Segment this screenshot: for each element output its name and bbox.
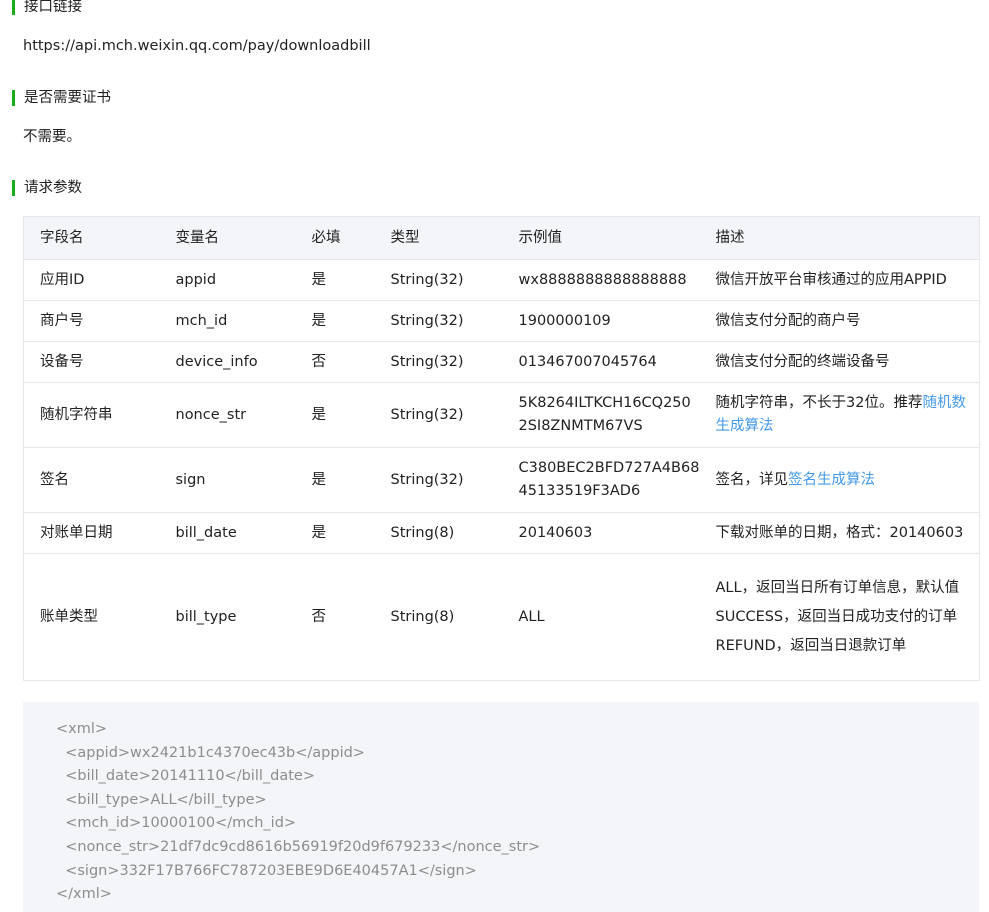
table-row: 设备号 device_info 否 String(32) 01346700704… xyxy=(23,341,980,383)
description-text: 微信开放平台审核通过的应用APPID xyxy=(715,271,947,288)
cell-field: 签名 xyxy=(23,447,160,513)
table-header-row: 字段名 变量名 必填 类型 示例值 描述 xyxy=(23,216,980,260)
cell-required: 是 xyxy=(295,259,375,301)
cell-var: bill_type xyxy=(159,553,296,681)
cell-example: 1900000109 xyxy=(502,300,700,342)
table-row: 账单类型 bill_type 否 String(8) ALL ALL，返回当日所… xyxy=(23,553,980,681)
description-text: 随机字符串，不长于32位。推荐 xyxy=(715,395,923,411)
table-row: 随机字符串 nonce_str 是 String(32) 5K8264ILTKC… xyxy=(23,382,980,448)
cell-var: appid xyxy=(159,259,296,301)
table-row: 应用ID appid 是 String(32) wx88888888888888… xyxy=(23,259,980,301)
cell-var: bill_date xyxy=(159,512,296,554)
section-title-request-params: 请求参数 xyxy=(12,180,82,196)
certificate-requirement-text: 不需要。 xyxy=(23,129,81,145)
cell-type: String(32) xyxy=(374,259,503,301)
cell-example: wx8888888888888888 xyxy=(502,259,700,301)
code-line: <xml> xyxy=(56,721,108,737)
header-description: 描述 xyxy=(699,216,980,260)
bill-type-all-description: ALL，返回当日所有订单信息，默认值 xyxy=(715,579,960,596)
cell-required: 是 xyxy=(295,300,375,342)
header-required: 必填 xyxy=(295,216,375,260)
code-line: <nonce_str>21df7dc9cd8616b56919f20d9f679… xyxy=(56,838,541,855)
header-field-name: 字段名 xyxy=(23,216,160,260)
section-title-api-url: 接口链接 xyxy=(12,0,82,15)
bill-type-success-description: SUCCESS，返回当日成功支付的订单 xyxy=(715,608,958,625)
xml-example-code-block: <xml> <appid>wx2421b1c4370ec43b</appid> … xyxy=(23,702,979,912)
cell-var: nonce_str xyxy=(159,382,296,448)
cell-example: C380BEC2BFD727A4B6845133519F3AD6 xyxy=(502,447,700,513)
table-row: 对账单日期 bill_date 是 String(8) 20140603 下载对… xyxy=(23,512,980,554)
cell-required: 否 xyxy=(295,341,375,383)
request-params-table: 字段名 变量名 必填 类型 示例值 描述 应用ID appid 是 String… xyxy=(23,216,980,681)
signature-algorithm-link[interactable]: 签名生成算法 xyxy=(788,472,875,488)
cell-example: 013467007045764 xyxy=(502,341,700,383)
code-line: </xml> xyxy=(56,886,112,903)
cell-field: 对账单日期 xyxy=(23,512,160,554)
header-type: 类型 xyxy=(374,216,503,260)
description-text: 微信支付分配的终端设备号 xyxy=(715,353,890,370)
code-line: <appid>wx2421b1c4370ec43b</appid> xyxy=(56,744,365,761)
cell-description: 微信支付分配的终端设备号 xyxy=(699,341,980,383)
cell-description: 下载对账单的日期，格式：20140603 xyxy=(699,512,980,554)
cell-description: 微信支付分配的商户号 xyxy=(699,300,980,342)
cell-description: 随机字符串，不长于32位。推荐随机数生成算法 xyxy=(699,382,980,448)
cell-field: 应用ID xyxy=(23,259,160,301)
cell-var: sign xyxy=(159,447,296,513)
code-line: <bill_date>20141110</bill_date> xyxy=(56,768,315,785)
description-text: 下载对账单的日期，格式：20140603 xyxy=(715,524,964,541)
header-example: 示例值 xyxy=(502,216,700,260)
cell-description: 签名，详见签名生成算法 xyxy=(699,447,980,513)
api-url-text: https://api.mch.weixin.qq.com/pay/downlo… xyxy=(23,38,371,54)
cell-field: 商户号 xyxy=(23,300,160,342)
cell-type: String(32) xyxy=(374,382,503,448)
table-row: 商户号 mch_id 是 String(32) 1900000109 微信支付分… xyxy=(23,300,980,342)
cell-type: String(32) xyxy=(374,300,503,342)
description-text: 微信支付分配的商户号 xyxy=(715,312,861,329)
code-line: <sign>332F17B766FC787203EBE9D6E40457A1</… xyxy=(56,862,477,879)
header-variable-name: 变量名 xyxy=(159,216,296,260)
cell-field: 设备号 xyxy=(23,341,160,383)
cell-example: ALL xyxy=(502,553,700,681)
cell-var: device_info xyxy=(159,341,296,383)
cell-field: 随机字符串 xyxy=(23,382,160,448)
code-line: <bill_type>ALL</bill_type> xyxy=(56,791,267,808)
cell-description: ALL，返回当日所有订单信息，默认值 SUCCESS，返回当日成功支付的订单 R… xyxy=(699,553,980,681)
cell-example: 5K8264ILTKCH16CQ2502SI8ZNMTM67VS xyxy=(502,382,700,448)
section-title-certificate: 是否需要证书 xyxy=(12,90,111,106)
cell-var: mch_id xyxy=(159,300,296,342)
table-row: 签名 sign 是 String(32) C380BEC2BFD727A4B68… xyxy=(23,447,980,513)
bill-type-refund-description: REFUND，返回当日退款订单 xyxy=(715,637,907,654)
cell-required: 是 xyxy=(295,447,375,513)
cell-type: String(32) xyxy=(374,341,503,383)
cell-type: String(8) xyxy=(374,553,503,681)
cell-example: 20140603 xyxy=(502,512,700,554)
cell-required: 是 xyxy=(295,382,375,448)
description-text: 签名，详见 xyxy=(715,471,789,488)
cell-required: 否 xyxy=(295,553,375,681)
cell-type: String(32) xyxy=(374,447,503,513)
code-line: <mch_id>10000100</mch_id> xyxy=(56,815,297,832)
cell-required: 是 xyxy=(295,512,375,554)
cell-description: 微信开放平台审核通过的应用APPID xyxy=(699,259,980,301)
cell-field: 账单类型 xyxy=(23,553,160,681)
cell-type: String(8) xyxy=(374,512,503,554)
